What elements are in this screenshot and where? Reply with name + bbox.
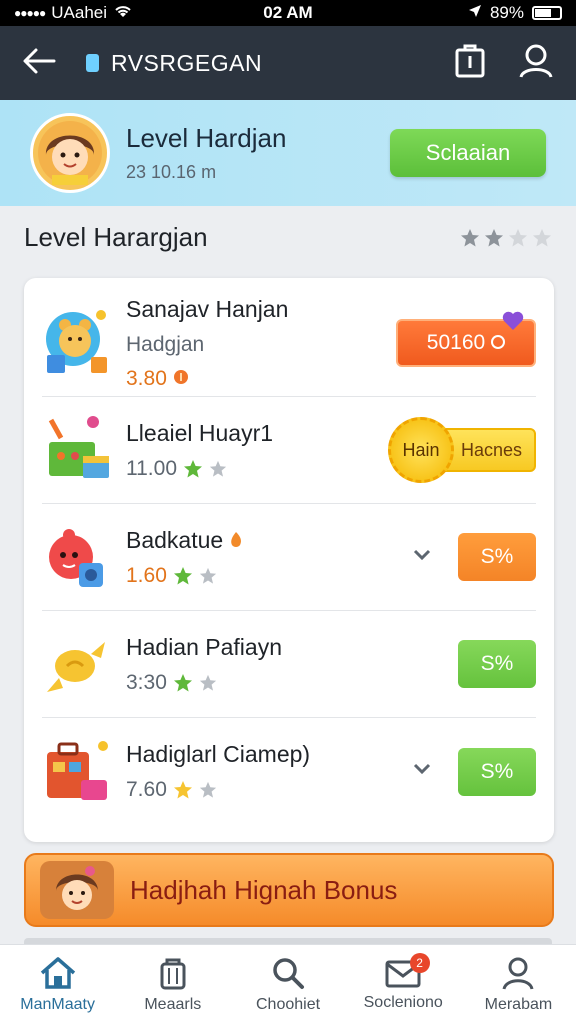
item-buy-group: Hain Hacnes xyxy=(388,417,536,483)
item-buy-button[interactable]: S% xyxy=(458,747,536,796)
bag-icon xyxy=(86,54,99,72)
clipboard-icon[interactable] xyxy=(454,44,486,83)
nav-label: Merabam xyxy=(484,995,553,1013)
list-item[interactable]: Badkatue 1.60 S% xyxy=(42,504,536,611)
battery-percent: 89% xyxy=(489,3,524,22)
bear-toy-icon xyxy=(42,308,112,378)
bonus-banner[interactable]: Hadjhah Hignah Bonus xyxy=(24,853,554,927)
nav-item-search[interactable]: Choohiet xyxy=(230,945,345,1024)
nav-item-home[interactable]: ManMaaty xyxy=(0,945,115,1024)
signal-icon: ●●●●● xyxy=(14,6,46,20)
item-name: Lleaiel Huayr1 xyxy=(126,419,274,446)
nav-item-profile[interactable]: Merabam xyxy=(461,945,576,1024)
notification-badge: 2 xyxy=(409,953,430,973)
coin-icon xyxy=(173,367,189,391)
nav-label: ManMaaty xyxy=(20,995,95,1013)
star-icon xyxy=(173,781,192,799)
item-buy-button[interactable]: S% xyxy=(458,533,536,581)
star-icon xyxy=(533,228,551,246)
item-name: Hadiglarl Ciamep) xyxy=(126,741,311,767)
list-item[interactable]: Hadiglarl Ciamep) 7.60 S% xyxy=(42,718,536,825)
chevron-down-icon[interactable] xyxy=(412,762,432,781)
nav-label: Choohiet xyxy=(255,995,321,1013)
user-name: Level Hardjan xyxy=(126,123,287,153)
app-header: RVSRGEGAN xyxy=(0,26,576,100)
star-icon xyxy=(199,567,216,584)
list-item[interactable]: Hadian Pafiayn 3:30 S% xyxy=(42,611,536,718)
page-title: RVSRGEGAN xyxy=(86,50,262,77)
star-icon xyxy=(184,459,202,477)
item-price: 3.80 xyxy=(126,366,167,390)
search-icon xyxy=(273,957,304,989)
chevron-down-icon[interactable] xyxy=(412,548,432,567)
item-name-row: Badkatue xyxy=(126,527,243,554)
star-icon xyxy=(509,228,527,246)
item-list: Sanajav Hanjan Hadgjan 3.80 50160 Lleaie… xyxy=(24,278,554,842)
nav-label: Socleniono xyxy=(363,993,443,1011)
bag-icon xyxy=(160,958,186,989)
nav-label: Meaarls xyxy=(144,995,202,1013)
suitcase-toy-icon xyxy=(42,737,112,807)
button-label: 50160 xyxy=(426,331,486,354)
user-subtitle: 23 10.16 m xyxy=(126,162,217,182)
list-item[interactable]: Sanajav Hanjan Hadgjan 3.80 50160 xyxy=(42,290,536,397)
nav-item-meaarls[interactable]: Meaarls xyxy=(115,945,230,1024)
flame-icon xyxy=(231,532,242,547)
wifi-icon xyxy=(113,3,133,24)
section-title: Level Harargjan xyxy=(24,222,208,252)
item-name: Hadian Pafiayn xyxy=(126,633,282,660)
bonus-avatar xyxy=(40,861,114,919)
section-rating xyxy=(460,228,552,248)
seal-badge: Hain xyxy=(388,417,454,483)
star-icon xyxy=(199,781,216,798)
bonus-label: Hadjhah Hignah Bonus xyxy=(130,874,398,905)
star-icon xyxy=(173,673,192,691)
nav-item-messages[interactable]: 2 Socleniono xyxy=(346,945,461,1024)
item-subtitle: Hadgjan xyxy=(126,332,205,356)
carrier-label: UAahei xyxy=(51,3,108,22)
star-icon xyxy=(173,566,192,584)
star-icon xyxy=(485,228,503,246)
avatar[interactable] xyxy=(30,113,110,193)
star-icon xyxy=(461,228,479,246)
item-buy-button[interactable]: 50160 xyxy=(396,311,536,367)
user-action-button[interactable]: Sclaaian xyxy=(390,129,546,177)
item-name: Sanajav Hanjan xyxy=(126,295,289,322)
status-bar: ●●●●● UAahei 02 AM 89% xyxy=(0,0,576,26)
star-icon xyxy=(199,674,216,691)
star-icon xyxy=(209,460,227,477)
item-buy-button[interactable]: S% xyxy=(458,640,536,688)
person-icon xyxy=(502,957,534,990)
item-name: Badkatue xyxy=(126,526,224,553)
candy-icon xyxy=(42,629,112,699)
back-arrow-icon[interactable] xyxy=(22,47,56,80)
user-banner: Level Hardjan 23 10.16 m Sclaaian xyxy=(0,100,576,206)
toy-box-icon xyxy=(42,415,112,485)
section-header: Level Harargjan xyxy=(24,222,552,253)
home-icon xyxy=(40,956,75,989)
item-price: 1.60 xyxy=(126,563,167,587)
list-item[interactable]: Lleaiel Huayr1 11.00 Hain Hacnes xyxy=(42,397,536,504)
item-price: 11.00 xyxy=(126,456,177,480)
location-icon xyxy=(468,3,482,23)
bottom-nav: ManMaaty Meaarls Choohiet 2 Socleniono M… xyxy=(0,944,576,1024)
battery-icon xyxy=(532,6,562,20)
page-title-text: RVSRGEGAN xyxy=(111,49,263,76)
item-price: 3:30 xyxy=(126,670,167,694)
monster-toy-icon xyxy=(42,522,112,592)
item-price: 7.60 xyxy=(126,778,167,801)
heart-icon xyxy=(502,311,524,337)
profile-icon[interactable] xyxy=(518,43,554,84)
